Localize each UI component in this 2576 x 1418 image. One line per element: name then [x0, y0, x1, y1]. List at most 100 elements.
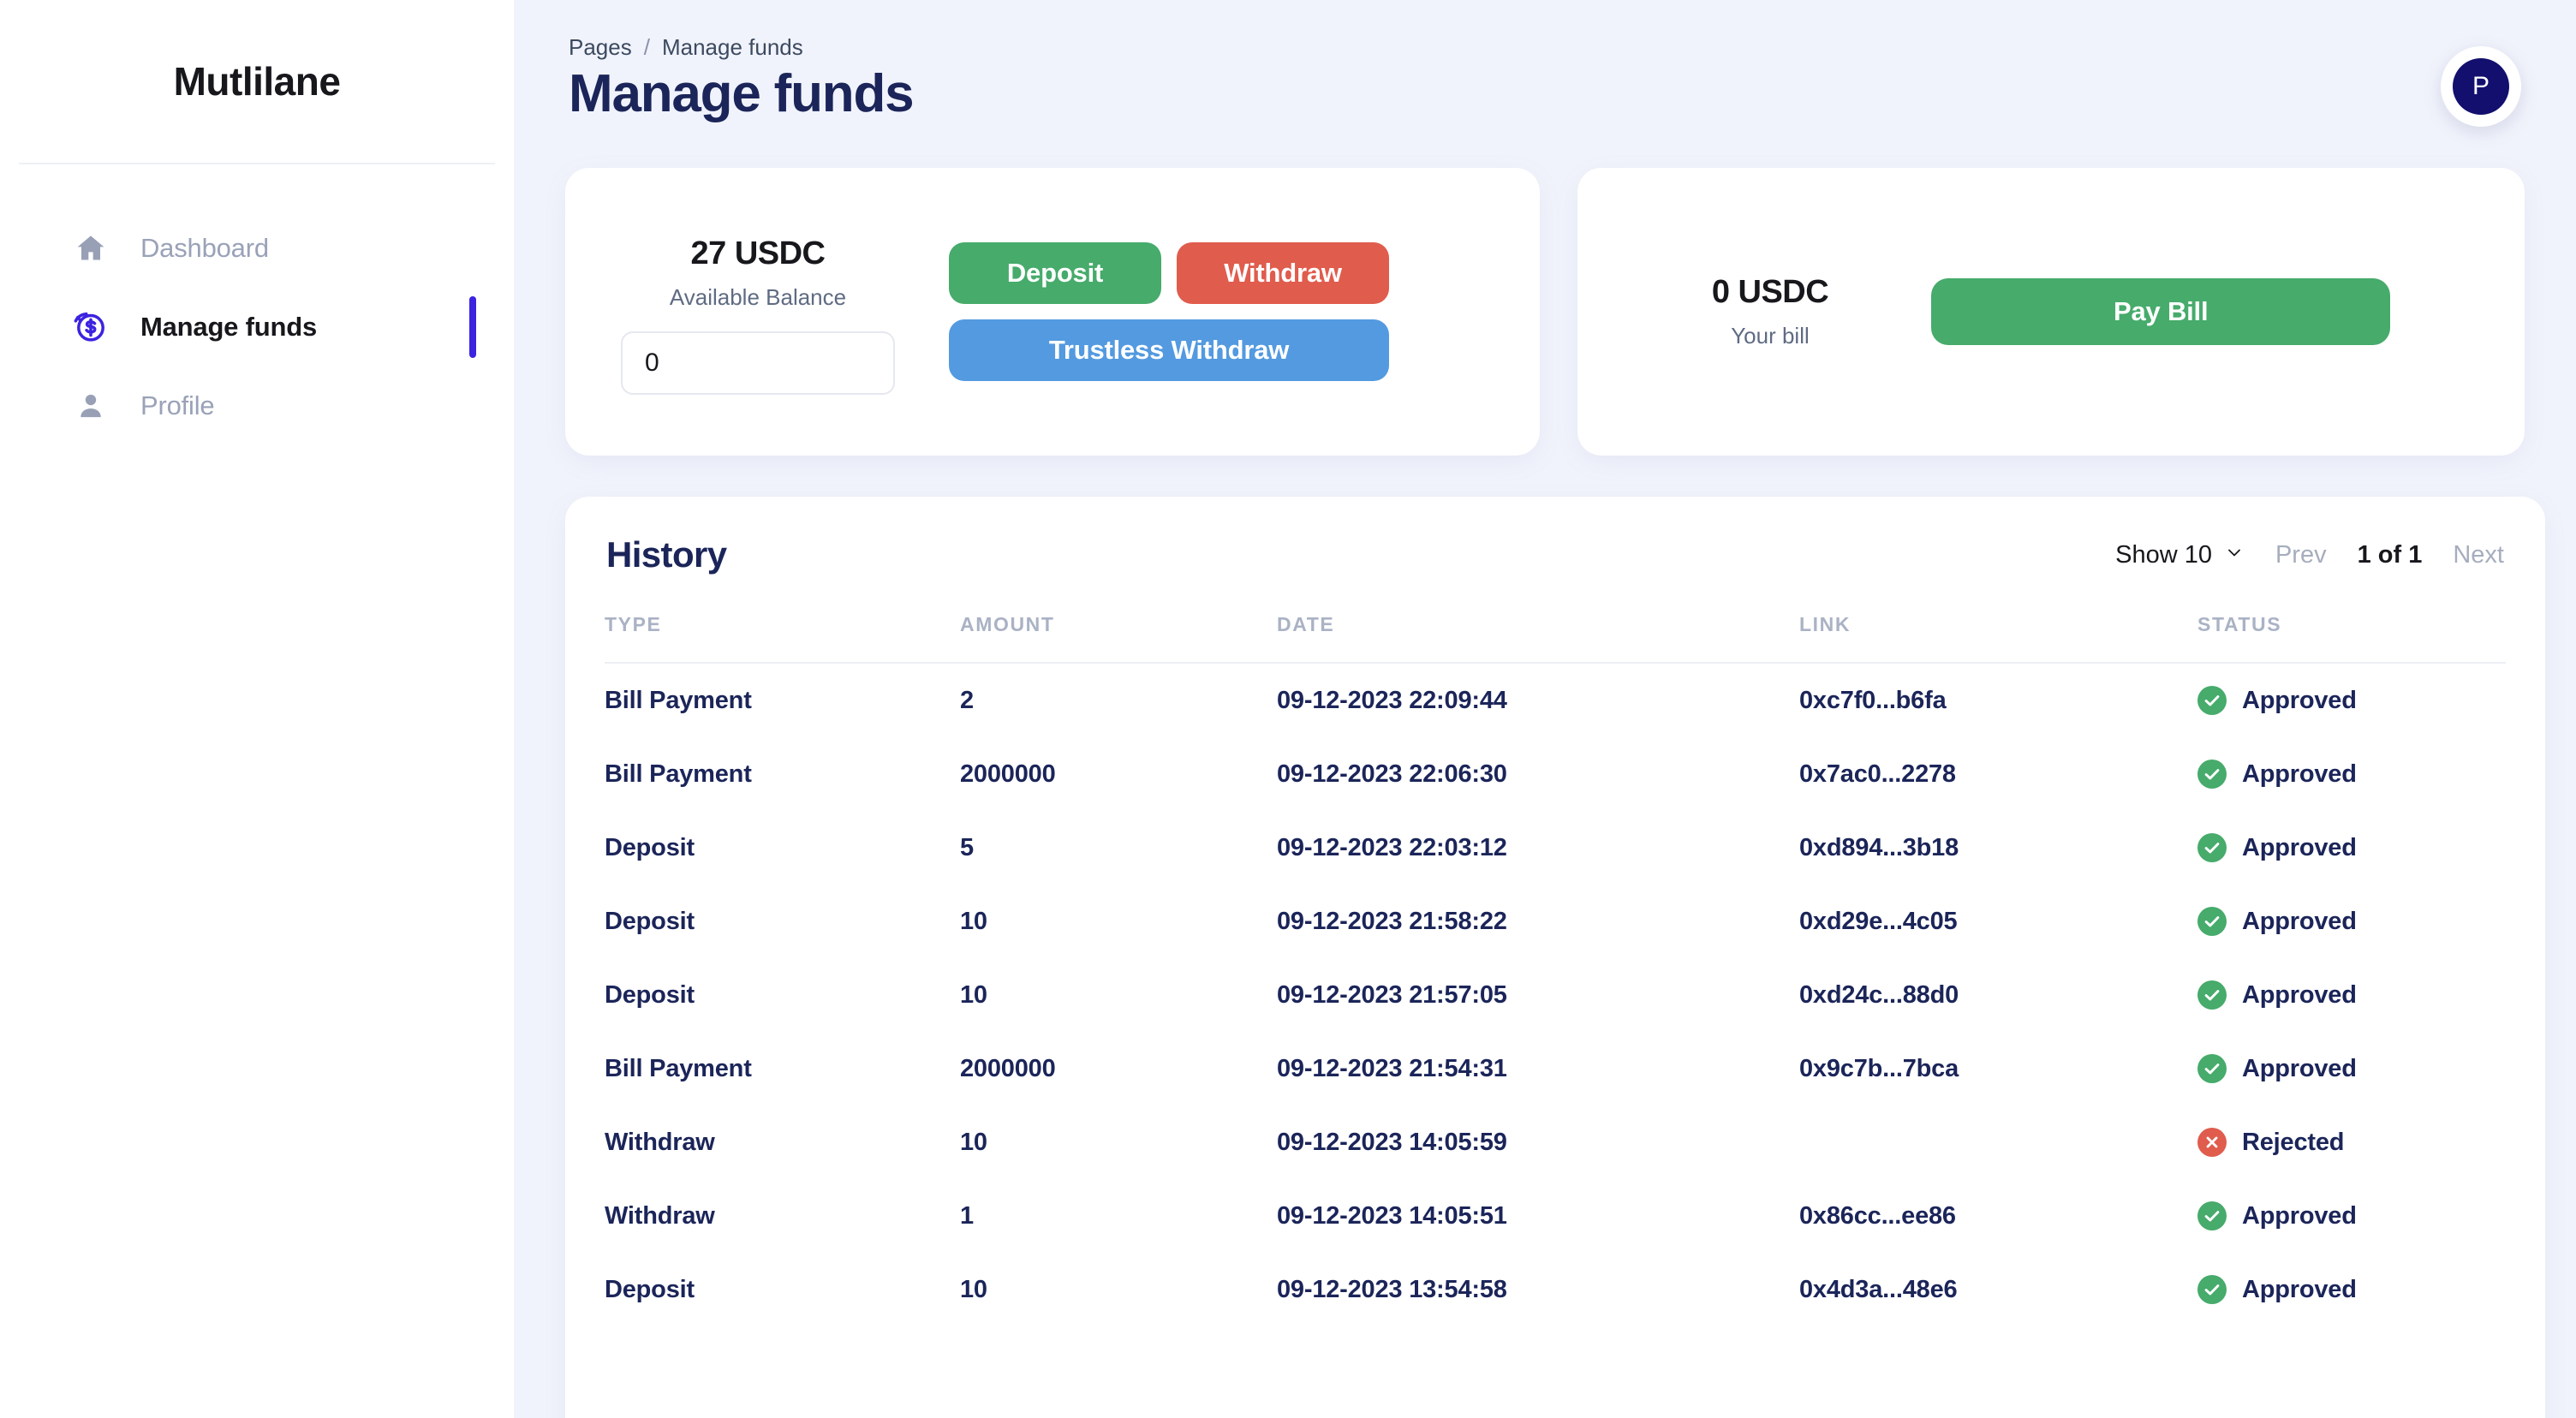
status-label: Approved — [2242, 1054, 2357, 1082]
available-balance-label: Available Balance — [669, 284, 847, 310]
cell-date: 09-12-2023 21:58:22 — [1277, 907, 1507, 935]
column-header-date: DATE — [1277, 613, 1799, 664]
table-row: Deposit 5 09-12-2023 22:03:12 0xd894...3b18… — [605, 811, 2506, 885]
brand-logo-text: Mutlilane — [173, 59, 341, 104]
cell-type: Bill Payment — [605, 686, 752, 714]
x-circle-icon — [2197, 1128, 2227, 1157]
status-label: Approved — [2242, 686, 2357, 714]
status-label: Approved — [2242, 1201, 2357, 1230]
avatar[interactable]: P — [2441, 46, 2521, 127]
table-row: Bill Payment 2000000 09-12-2023 22:06:30 0x… — [605, 737, 2506, 811]
cell-link[interactable]: 0xd29e...4c05 — [1799, 885, 2197, 958]
bill-label: Your bill — [1731, 323, 1810, 349]
cell-link[interactable]: 0xd894...3b18 — [1799, 811, 2197, 885]
cell-amount: 1 — [960, 1201, 974, 1230]
cell-date: 09-12-2023 21:57:05 — [1277, 980, 1507, 1009]
cell-status: Approved — [2197, 1179, 2506, 1253]
check-circle-icon — [2197, 907, 2227, 936]
cell-date: 09-12-2023 14:05:59 — [1277, 1128, 1507, 1156]
rows-per-page-label: Show 10 — [2115, 540, 2212, 569]
cell-type: Bill Payment — [605, 760, 752, 788]
bill-amount: 0 USDC — [1711, 274, 1829, 310]
table-header-row: TYPE AMOUNT DATE LINK STATUS — [605, 613, 2506, 664]
cell-link[interactable]: 0x86cc...ee86 — [1799, 1179, 2197, 1253]
chevron-down-icon — [2224, 541, 2245, 569]
cell-amount: 10 — [960, 980, 987, 1009]
bill-card: 0 USDC Your bill Pay Bill — [1577, 168, 2525, 456]
table-row: Deposit 10 09-12-2023 21:57:05 0xd24c...88d… — [605, 958, 2506, 1032]
cell-type: Deposit — [605, 1275, 695, 1303]
cell-type: Deposit — [605, 907, 695, 935]
cell-amount: 2000000 — [960, 1054, 1056, 1082]
brand-container: Mutlilane — [19, 0, 495, 164]
topbar: Pages / Manage funds Manage funds P — [514, 0, 2576, 168]
cell-status: Approved — [2197, 1253, 2506, 1326]
history-title: History — [606, 534, 727, 575]
status-label: Rejected — [2242, 1128, 2345, 1156]
cell-date: 09-12-2023 13:54:58 — [1277, 1275, 1507, 1303]
cell-status: Approved — [2197, 1032, 2506, 1105]
cell-status: Approved — [2197, 811, 2506, 885]
check-circle-icon — [2197, 1201, 2227, 1230]
amount-input[interactable] — [621, 331, 895, 395]
cell-amount: 10 — [960, 1275, 987, 1303]
status-label: Approved — [2242, 907, 2357, 935]
cell-status: Approved — [2197, 663, 2506, 737]
topbar-left: Pages / Manage funds Manage funds — [569, 34, 915, 123]
column-header-type: TYPE — [605, 613, 960, 664]
status-badge: Approved — [2197, 833, 2506, 862]
status-label: Approved — [2242, 1275, 2357, 1303]
sidebar-item-dashboard[interactable]: Dashboard — [0, 209, 514, 288]
status-badge: Approved — [2197, 686, 2506, 715]
next-page-button[interactable]: Next — [2453, 541, 2504, 569]
sidebar-item-profile[interactable]: Profile — [0, 366, 514, 445]
cell-status: Approved — [2197, 737, 2506, 811]
currency-circle-icon — [72, 308, 110, 346]
balance-actions: Deposit Withdraw Trustless Withdraw — [949, 242, 1394, 381]
status-badge: Approved — [2197, 1275, 2506, 1304]
status-badge: Rejected — [2197, 1128, 2506, 1157]
sidebar-nav: Dashboard Manage funds Profile — [0, 164, 514, 445]
cell-amount: 2 — [960, 686, 974, 714]
cell-type: Deposit — [605, 980, 695, 1009]
history-table-head: TYPE AMOUNT DATE LINK STATUS — [605, 613, 2506, 664]
cell-amount: 10 — [960, 907, 987, 935]
withdraw-button[interactable]: Withdraw — [1177, 242, 1389, 304]
trustless-withdraw-button[interactable]: Trustless Withdraw — [949, 319, 1389, 381]
cell-link[interactable]: 0x9c7b...7bca — [1799, 1032, 2197, 1105]
avatar-initial: P — [2453, 58, 2509, 115]
cell-type: Bill Payment — [605, 1054, 752, 1082]
sidebar-item-manage-funds[interactable]: Manage funds — [0, 288, 514, 366]
cell-amount: 5 — [960, 833, 974, 861]
bill-info: 0 USDC Your bill — [1711, 274, 1829, 349]
summary-cards-row: 27 USDC Available Balance Deposit Withdr… — [514, 168, 2576, 456]
rows-per-page-select[interactable]: Show 10 — [2115, 541, 2245, 569]
status-badge: Approved — [2197, 1201, 2506, 1230]
breadcrumb-root-link[interactable]: Pages — [569, 34, 632, 61]
table-row: Withdraw 10 09-12-2023 14:05:59 Rejected — [605, 1105, 2506, 1179]
cell-link[interactable]: 0xd24c...88d0 — [1799, 958, 2197, 1032]
cell-link[interactable]: 0x7ac0...2278 — [1799, 737, 2197, 811]
check-circle-icon — [2197, 760, 2227, 789]
prev-page-button[interactable]: Prev — [2275, 541, 2327, 569]
cell-status: Approved — [2197, 958, 2506, 1032]
cell-link[interactable]: 0x4d3a...48e6 — [1799, 1253, 2197, 1326]
history-table: TYPE AMOUNT DATE LINK STATUS Bill Paymen… — [605, 613, 2506, 1326]
cell-type: Withdraw — [605, 1128, 715, 1156]
cell-type: Withdraw — [605, 1201, 715, 1230]
app-root: Mutlilane Dashboard Manage funds Profile… — [0, 0, 2576, 1418]
breadcrumb-current: Manage funds — [661, 34, 803, 60]
status-badge: Approved — [2197, 980, 2506, 1010]
history-table-body: Bill Payment 2 09-12-2023 22:09:44 0xc7f0..… — [605, 663, 2506, 1326]
sidebar-item-label: Dashboard — [140, 233, 269, 263]
balance-card: 27 USDC Available Balance Deposit Withdr… — [565, 168, 1540, 456]
history-card: History Show 10 Prev 1 of 1 Next TYPE AM… — [565, 497, 2545, 1418]
cell-date: 09-12-2023 21:54:31 — [1277, 1054, 1507, 1082]
table-row: Withdraw 1 09-12-2023 14:05:51 0x86cc...ee8… — [605, 1179, 2506, 1253]
check-circle-icon — [2197, 686, 2227, 715]
check-circle-icon — [2197, 1054, 2227, 1083]
cell-link[interactable]: 0xc7f0...b6fa — [1799, 663, 2197, 737]
deposit-button[interactable]: Deposit — [949, 242, 1161, 304]
pay-bill-button[interactable]: Pay Bill — [1931, 278, 2391, 345]
page-title: Manage funds — [569, 64, 915, 123]
